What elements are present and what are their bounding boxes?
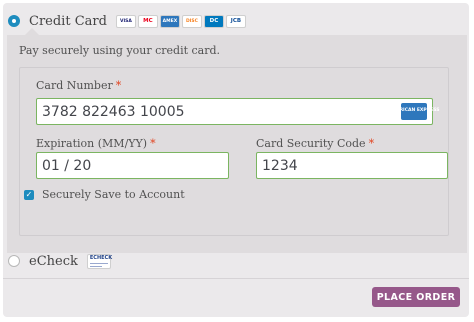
required-mark: * xyxy=(150,137,156,150)
visa-icon: VISA xyxy=(115,14,136,28)
security-code-value: 1234 xyxy=(262,157,298,174)
credit-card-label[interactable]: Credit Card xyxy=(29,14,107,29)
payment-method-credit-card[interactable]: Credit Card VISA MC AMEX DISC DC JCB xyxy=(8,11,246,31)
required-mark: * xyxy=(368,137,375,150)
credit-card-panel: Pay securely using your credit card. Car… xyxy=(7,28,467,253)
expiration-label: Expiration (MM/YY) * xyxy=(36,137,156,150)
amex-card-type-icon: AMERICAN EXPRESS xyxy=(389,103,439,120)
echeck-icon-text: ECHECK xyxy=(89,254,113,261)
save-to-account-checkbox[interactable]: ✓ xyxy=(24,189,34,200)
echeck-icon: ECHECK xyxy=(86,253,113,269)
jcb-icon: JCB xyxy=(225,14,246,28)
payment-description: Pay securely using your credit card. xyxy=(19,44,221,57)
divider xyxy=(3,278,469,279)
echeck-label[interactable]: eCheck xyxy=(29,254,78,269)
amex-icon: AMEX xyxy=(159,14,180,28)
security-code-input[interactable]: 1234 xyxy=(256,152,448,179)
payment-method-echeck[interactable]: eCheck ECHECK xyxy=(8,251,113,271)
expiration-input[interactable]: 01 / 20 xyxy=(36,152,229,179)
card-fields: Card Number * 3782 822463 10005 AMERICAN … xyxy=(19,67,449,236)
discover-icon: DISC xyxy=(181,14,202,28)
card-number-label: Card Number * xyxy=(36,79,122,92)
credit-card-radio[interactable] xyxy=(8,15,20,27)
diners-icon: DC xyxy=(203,14,224,28)
accepted-cards: VISA MC AMEX DISC DC JCB xyxy=(115,14,246,28)
panel-arrow xyxy=(25,28,39,35)
security-code-label: Card Security Code * xyxy=(256,137,375,150)
mastercard-icon: MC xyxy=(137,14,158,28)
required-mark: * xyxy=(115,79,122,92)
place-order-button[interactable]: PLACE ORDER xyxy=(372,287,460,307)
card-number-value: 3782 822463 10005 xyxy=(42,103,185,120)
card-number-input[interactable]: 3782 822463 10005 AMERICAN EXPRESS xyxy=(36,98,439,125)
expiration-value: 01 / 20 xyxy=(42,157,92,174)
echeck-radio[interactable] xyxy=(8,255,20,267)
save-to-account-row[interactable]: ✓ Securely Save to Account xyxy=(24,188,185,201)
save-to-account-label[interactable]: Securely Save to Account xyxy=(42,188,185,201)
